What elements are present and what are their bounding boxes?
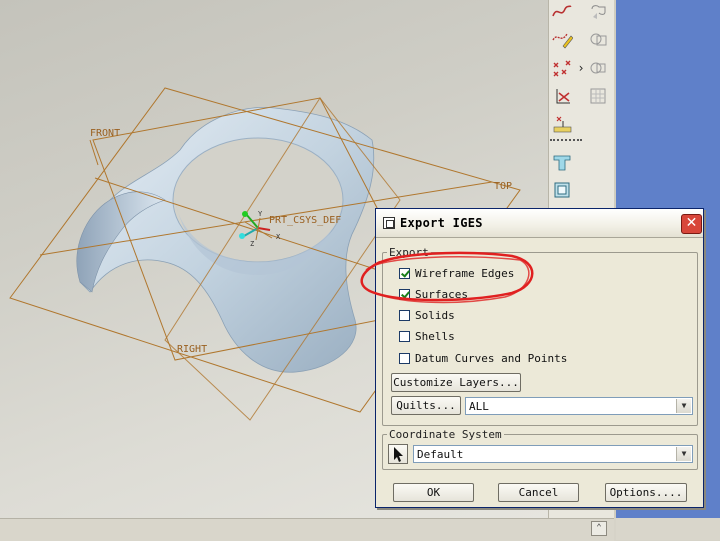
coordinate-system-select[interactable]: Default ▼ [413, 445, 693, 463]
customize-layers-button[interactable]: Customize Layers... [391, 373, 521, 392]
datum-curve-icon[interactable] [550, 27, 574, 51]
export-group: Export Wireframe Edges Surfaces Solids S… [382, 246, 698, 426]
quilts-select-value: ALL [469, 400, 489, 413]
datum-point-icon[interactable] [550, 56, 574, 80]
ok-button[interactable]: OK [393, 483, 474, 502]
coordinate-system-group: Coordinate System Default ▼ [382, 428, 698, 470]
export-group-legend: Export [387, 246, 431, 259]
quilts-button[interactable]: Quilts... [391, 396, 461, 415]
status-bar [0, 518, 614, 541]
chevron-down-icon[interactable]: ▼ [676, 399, 691, 413]
csys-axis-y-label: Y [258, 210, 263, 218]
csys-label[interactable]: PRT_CSYS_DEF [269, 215, 341, 226]
close-button[interactable]: ✕ [681, 214, 702, 234]
select-coordinate-system-button[interactable] [388, 444, 408, 464]
arrow-pointer-icon [394, 447, 403, 462]
scroll-up-icon[interactable]: ⌃ [591, 521, 607, 536]
toolbar-separator [550, 139, 582, 141]
coordinate-system-legend: Coordinate System [387, 428, 504, 441]
option-wireframe-edges[interactable]: Wireframe Edges [399, 265, 514, 281]
option-shells[interactable]: Shells [399, 328, 455, 344]
grid-icon[interactable] [586, 84, 610, 108]
analysis-icon[interactable] [550, 112, 574, 136]
datum-curves-points-checkbox[interactable] [399, 352, 410, 364]
options-button[interactable]: Options.... [605, 483, 687, 502]
dialog-titlebar[interactable]: Export IGES ✕ [376, 209, 703, 238]
export-iges-dialog: Export IGES ✕ Export Wireframe Edges Sur… [375, 208, 704, 508]
option-datum-curves-points[interactable]: Datum Curves and Points [399, 350, 567, 366]
dialog-title: Export IGES [400, 216, 483, 230]
copy-icon[interactable] [586, 0, 610, 24]
wireframe-edges-label: Wireframe Edges [415, 266, 515, 280]
csys-axis-x-label: X [276, 233, 281, 241]
quilts-select[interactable]: ALL ▼ [465, 397, 693, 415]
mirror-icon[interactable] [586, 56, 610, 80]
surfaces-checkbox[interactable] [399, 288, 410, 300]
shells-checkbox[interactable] [399, 330, 410, 342]
view-manager-icon[interactable] [550, 178, 574, 202]
datum-label-front[interactable]: FRONT [90, 128, 120, 139]
datum-label-top[interactable]: TOP [494, 181, 512, 192]
flip-icon[interactable] [550, 150, 574, 174]
shells-label: Shells [415, 329, 455, 343]
window-icon [383, 217, 395, 229]
cancel-button[interactable]: Cancel [498, 483, 579, 502]
coordinate-system-value: Default [417, 448, 464, 461]
solids-label: Solids [415, 308, 455, 322]
datum-label-right[interactable]: RIGHT [177, 344, 207, 355]
surfaces-label: Surfaces [415, 287, 468, 301]
status-bar-right [616, 518, 720, 540]
coordinate-system-icon[interactable] [550, 84, 574, 108]
paste-icon[interactable] [586, 27, 610, 51]
sketch-curve-icon[interactable] [550, 0, 574, 24]
chevron-down-icon[interactable]: ▼ [676, 447, 691, 461]
wireframe-edges-checkbox[interactable] [399, 267, 410, 279]
option-surfaces[interactable]: Surfaces [399, 286, 468, 302]
datum-curves-points-label: Datum Curves and Points [415, 351, 568, 365]
option-solids[interactable]: Solids [399, 307, 455, 323]
csys-axis-z-label: Z [250, 240, 255, 248]
solids-checkbox[interactable] [399, 309, 410, 321]
